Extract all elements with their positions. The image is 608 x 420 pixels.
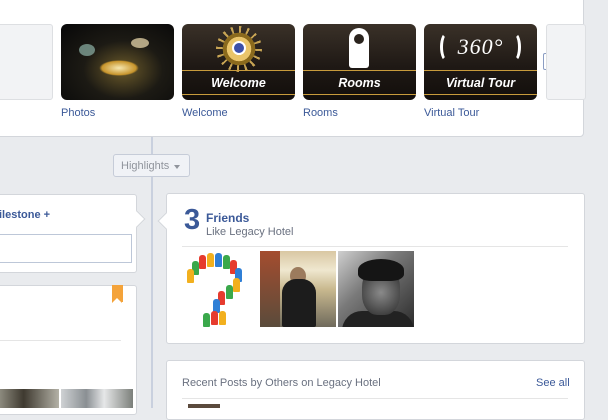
door-hanger-icon [349,28,369,68]
app-welcome[interactable]: Welcome Welcome [182,24,295,119]
app-label-photos[interactable]: Photos [61,107,95,119]
app-label-welcome[interactable]: Welcome [182,107,228,119]
milestone-composer: ilestone + [0,194,146,273]
app-label-virtual-tour[interactable]: Virtual Tour [424,107,479,119]
friend-avatar[interactable] [183,251,259,327]
see-all-link[interactable]: See all [536,377,570,389]
app-tile-partial-right[interactable] [546,24,586,100]
friends-subtitle: Like Legacy Hotel [206,226,294,238]
rooms-tile-image[interactable]: Rooms [303,24,416,100]
virtual-tour-tile-title: Virtual Tour [445,76,516,90]
friends-title-link[interactable]: Friends [206,211,249,225]
friends-count: 3 [184,204,201,236]
friends-divider [182,246,568,247]
app-virtual-tour[interactable]: 360° Virtual Tour Virtual Tour [424,24,537,119]
recent-posts-divider [182,398,568,399]
sound-wave-right-icon [507,32,521,62]
rooms-tile-title: Rooms [338,76,381,90]
bookmark-icon[interactable] [112,285,123,303]
welcome-tile-image[interactable]: Welcome [182,24,295,100]
recent-posts-title: Recent Posts by Others on Legacy Hotel [182,377,381,389]
post-divider [0,340,121,341]
photos-tile-image[interactable] [61,24,174,100]
app-photos[interactable]: Photos [61,24,174,119]
post-photo[interactable] [0,389,59,408]
app-rooms[interactable]: Rooms Rooms [303,24,416,119]
highlights-label: Highlights [121,160,170,172]
app-label-rooms[interactable]: Rooms [303,107,338,119]
post-photo[interactable] [61,389,133,408]
virtual-tour-tile-image[interactable]: 360° Virtual Tour [424,24,537,100]
timeline-spine [151,137,153,408]
milestone-input[interactable] [0,234,132,263]
add-milestone-link[interactable]: ilestone + [0,209,50,221]
recent-post-thumbnail[interactable] [188,404,220,408]
highlights-dropdown[interactable]: Highlights [113,154,190,177]
recent-posts-card [166,360,585,420]
friend-avatar[interactable] [338,251,414,327]
app-tile-partial-left[interactable] [0,24,53,100]
chevron-down-icon [174,165,180,169]
welcome-tile-title: Welcome [211,76,266,90]
friend-avatar[interactable] [260,251,336,327]
